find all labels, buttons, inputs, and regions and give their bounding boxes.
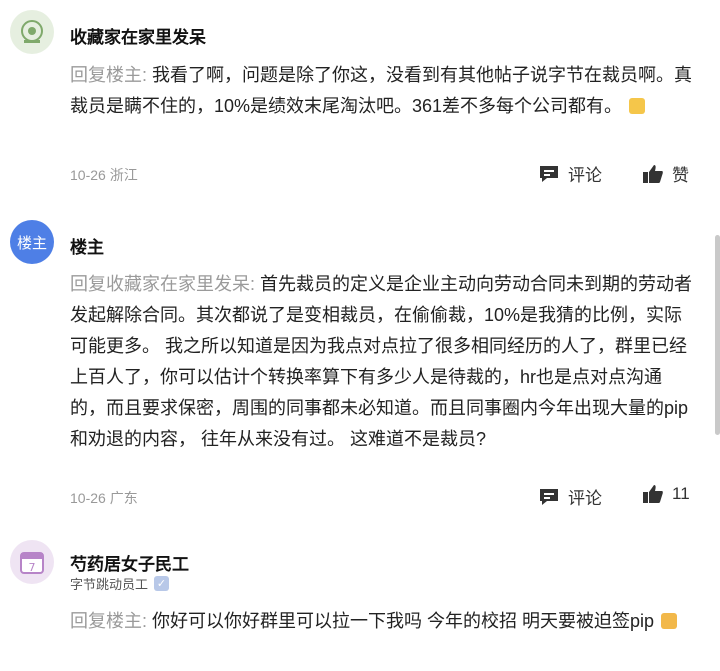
comment-icon <box>538 164 560 184</box>
comment-location: 浙江 <box>109 167 138 183</box>
comment-author[interactable]: 楼主 <box>70 233 104 258</box>
comment-text: 回复楼主: 你好可以你好群里可以拉一下我吗 今年的校招 明天要被迫签pip <box>70 606 695 637</box>
emoji-icon <box>661 613 678 629</box>
like-count: 11 <box>672 484 690 503</box>
verified-icon: ✓ <box>154 576 170 591</box>
comment-icon <box>538 487 560 507</box>
comment-text: 回复收藏家在家里发呆: 首先裁员的定义是企业主动向劳动合同未到期的劳动者发起解除… <box>70 269 695 455</box>
reply-prefix[interactable]: 回复楼主: <box>70 65 147 85</box>
thumbs-up-icon <box>642 484 664 504</box>
calendar-avatar-icon: 7 <box>20 552 44 574</box>
comment-item: 7 芍药居女子民工 字节跳动员工 ✓ 回复楼主: 你好可以你好群里可以拉一下我吗… <box>0 530 705 671</box>
comment-date: 10-26 <box>70 490 106 506</box>
avatar[interactable] <box>10 10 54 54</box>
comment-text: 回复楼主: 我看了啊，问题是除了你这，没看到有其他帖子说字节在裁员啊。真裁员是瞒… <box>70 60 695 122</box>
like-button[interactable]: 赞 <box>642 161 689 186</box>
comment-location: 广东 <box>109 490 138 506</box>
employee-badge: 字节跳动员工 ✓ <box>70 574 170 593</box>
comment-meta: 10-26 浙江 <box>70 165 138 185</box>
comment-button[interactable]: 评论 <box>538 484 602 509</box>
comment-body: 首先裁员的定义是企业主动向劳动合同未到期的劳动者发起解除合同。其次都说了是变相裁… <box>70 274 693 449</box>
svg-text:7: 7 <box>29 561 36 574</box>
comment-button[interactable]: 评论 <box>538 161 602 186</box>
comment-author[interactable]: 收藏家在家里发呆 <box>70 23 206 48</box>
comment-body: 我看了啊，问题是除了你这，没看到有其他帖子说字节在裁员啊。真裁员是瞒不住的，10… <box>70 65 693 116</box>
comment-label: 评论 <box>568 166 602 185</box>
user-avatar-icon <box>21 20 43 43</box>
comment-date: 10-26 <box>70 167 106 183</box>
avatar[interactable]: 楼主 <box>10 220 54 264</box>
avatar[interactable]: 7 <box>10 540 54 584</box>
reply-prefix[interactable]: 回复楼主: <box>70 611 147 631</box>
comment-meta: 10-26 广东 <box>70 488 138 508</box>
comment-item: 收藏家在家里发呆 回复楼主: 我看了啊，问题是除了你这，没看到有其他帖子说字节在… <box>0 0 705 210</box>
like-button[interactable]: 11 <box>642 484 690 504</box>
thumbs-up-icon <box>642 164 664 184</box>
comment-label: 评论 <box>568 489 602 508</box>
reply-prefix[interactable]: 回复收藏家在家里发呆: <box>70 274 255 294</box>
comment-author[interactable]: 芍药居女子民工 <box>70 550 189 575</box>
avatar-text: 楼主 <box>16 234 47 252</box>
emoji-icon <box>629 98 646 114</box>
comment-item: 楼主 楼主 回复收藏家在家里发呆: 首先裁员的定义是企业主动向劳动合同未到期的劳… <box>0 210 705 530</box>
comment-body: 你好可以你好群里可以拉一下我吗 今年的校招 明天要被迫签pip <box>152 611 655 631</box>
like-label: 赞 <box>672 166 689 185</box>
scrollbar[interactable] <box>715 235 720 435</box>
badge-label: 字节跳动员工 <box>70 577 149 592</box>
